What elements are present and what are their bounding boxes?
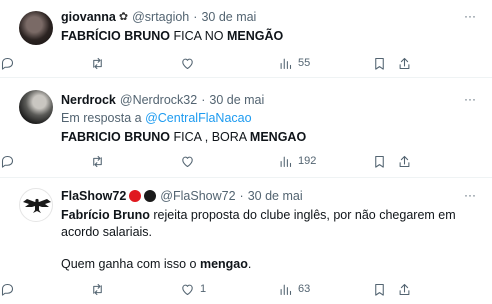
more-options-icon[interactable]: ··· xyxy=(462,92,478,108)
author-handle[interactable]: @srtagioh xyxy=(132,9,189,25)
tweet-content: Nerdrock @Nerdrock32 · 30 de mai ··· Em … xyxy=(61,92,478,146)
like-count: 1 xyxy=(200,283,207,295)
author-handle[interactable]: @FlaShow72 xyxy=(160,188,235,204)
tweet-text-bold: mengao xyxy=(199,257,248,271)
views-button[interactable]: 55 xyxy=(278,54,310,72)
retweet-icon xyxy=(93,57,102,69)
tweet-text-bold: FABRÍCIO BRUNO xyxy=(61,29,171,43)
tweet-text-plain: Quem ganha com isso o xyxy=(61,257,200,271)
share-button[interactable] xyxy=(397,54,412,72)
tweet-date[interactable]: 30 de mai xyxy=(209,92,264,108)
tweet-actions: 1 63 xyxy=(0,280,492,298)
tweet-text-plain: FICA , BORA xyxy=(170,130,250,144)
retweet-icon xyxy=(93,283,102,295)
tweet-content: giovanna ✿ @srtagioh · 30 de mai ··· FAB… xyxy=(61,9,478,45)
author-name[interactable]: giovanna xyxy=(61,9,116,25)
reply-button[interactable] xyxy=(0,54,20,72)
retweet-button[interactable] xyxy=(90,54,110,72)
tweet-header: Nerdrock @Nerdrock32 · 30 de mai xyxy=(61,92,478,108)
reply-icon xyxy=(1,283,14,296)
tweet-actions: 192 xyxy=(0,152,492,170)
tweet-text-bold: MENGÃO xyxy=(226,29,284,43)
red-circle-icon xyxy=(129,190,142,202)
views-chart-icon xyxy=(280,284,292,295)
like-button[interactable] xyxy=(180,54,200,72)
tweet-header: FlaShow72 @FlaShow72 · 30 de mai xyxy=(61,188,478,204)
tweet-content: FlaShow72 @FlaShow72 · 30 de mai ··· Fab… xyxy=(61,188,478,273)
like-button[interactable]: 1 xyxy=(180,280,206,298)
like-button[interactable] xyxy=(180,152,200,170)
retweet-button[interactable] xyxy=(90,152,110,170)
author-handle[interactable]: @Nerdrock32 xyxy=(120,92,197,108)
tweet[interactable]: giovanna ✿ @srtagioh · 30 de mai ··· FAB… xyxy=(0,0,492,78)
tweet-text: FABRICIO BRUNO FICA , BORA MENGAO xyxy=(61,129,478,146)
reply-icon xyxy=(1,155,14,168)
black-circle-icon xyxy=(144,190,157,202)
reply-to-link[interactable]: @CentralFlaNacao xyxy=(145,111,251,125)
flower-badge-icon: ✿ xyxy=(118,11,129,23)
bookmark-button[interactable] xyxy=(372,280,387,298)
views-chart-icon xyxy=(280,156,292,167)
tweet-text-bold: FABRICIO BRUNO xyxy=(61,130,171,144)
reply-context: Em resposta a @CentralFlaNacao xyxy=(61,110,478,127)
share-icon xyxy=(399,283,410,295)
bookmark-button[interactable] xyxy=(372,152,387,170)
avatar[interactable] xyxy=(19,11,53,45)
view-count: 55 xyxy=(298,57,311,69)
tweet-header: giovanna ✿ @srtagioh · 30 de mai xyxy=(61,9,478,25)
tweet-date[interactable]: 30 de mai xyxy=(248,188,303,204)
retweet-button[interactable] xyxy=(90,280,110,298)
share-icon xyxy=(399,155,410,167)
reply-button[interactable] xyxy=(0,280,20,298)
reply-icon xyxy=(1,57,14,70)
tweet-actions: 55 xyxy=(0,54,492,72)
separator-dot: · xyxy=(239,189,244,203)
view-count: 192 xyxy=(298,155,317,167)
retweet-icon xyxy=(93,155,102,167)
avatar[interactable] xyxy=(19,90,53,124)
heart-icon xyxy=(182,58,193,69)
tweet-date[interactable]: 30 de mai xyxy=(201,9,256,25)
tweet-text-line2: Quem ganha com isso o mengao. xyxy=(61,256,478,273)
share-button[interactable] xyxy=(397,152,412,170)
reply-prefix: Em resposta a xyxy=(61,111,146,125)
bookmark-button[interactable] xyxy=(372,54,387,72)
avatar[interactable] xyxy=(19,188,53,222)
author-name[interactable]: Nerdrock xyxy=(61,92,116,108)
reply-button[interactable] xyxy=(0,152,20,170)
share-button[interactable] xyxy=(397,280,412,298)
tweet-text: Fabrício Bruno rejeita proposta do clube… xyxy=(61,207,478,241)
bookmark-icon xyxy=(375,57,384,70)
tweet-text-bold: Fabrício Bruno xyxy=(61,208,150,222)
tweet-text-plain: FICA NO xyxy=(170,29,227,43)
views-button[interactable]: 63 xyxy=(278,280,310,298)
tweet[interactable]: FlaShow72 @FlaShow72 · 30 de mai ··· Fab… xyxy=(0,178,492,304)
bookmark-icon xyxy=(375,283,384,296)
eagle-logo-icon xyxy=(23,198,51,213)
bookmark-icon xyxy=(375,155,384,168)
tweet-text: FABRÍCIO BRUNO FICA NO MENGÃO xyxy=(61,28,478,45)
tweet[interactable]: Nerdrock @Nerdrock32 · 30 de mai ··· Em … xyxy=(0,78,492,178)
more-options-icon[interactable]: ··· xyxy=(462,9,478,25)
separator-dot: · xyxy=(201,93,206,107)
share-icon xyxy=(399,57,410,69)
view-count: 63 xyxy=(298,283,311,295)
heart-icon xyxy=(182,284,193,295)
tweet-text-plain: . xyxy=(247,257,252,271)
more-options-icon[interactable]: ··· xyxy=(462,188,478,204)
author-name[interactable]: FlaShow72 xyxy=(61,188,126,204)
heart-icon xyxy=(182,156,193,167)
views-button[interactable]: 192 xyxy=(278,152,316,170)
separator-dot: · xyxy=(193,10,198,24)
views-chart-icon xyxy=(280,58,292,69)
tweet-text-bold: MENGAO xyxy=(249,130,307,144)
